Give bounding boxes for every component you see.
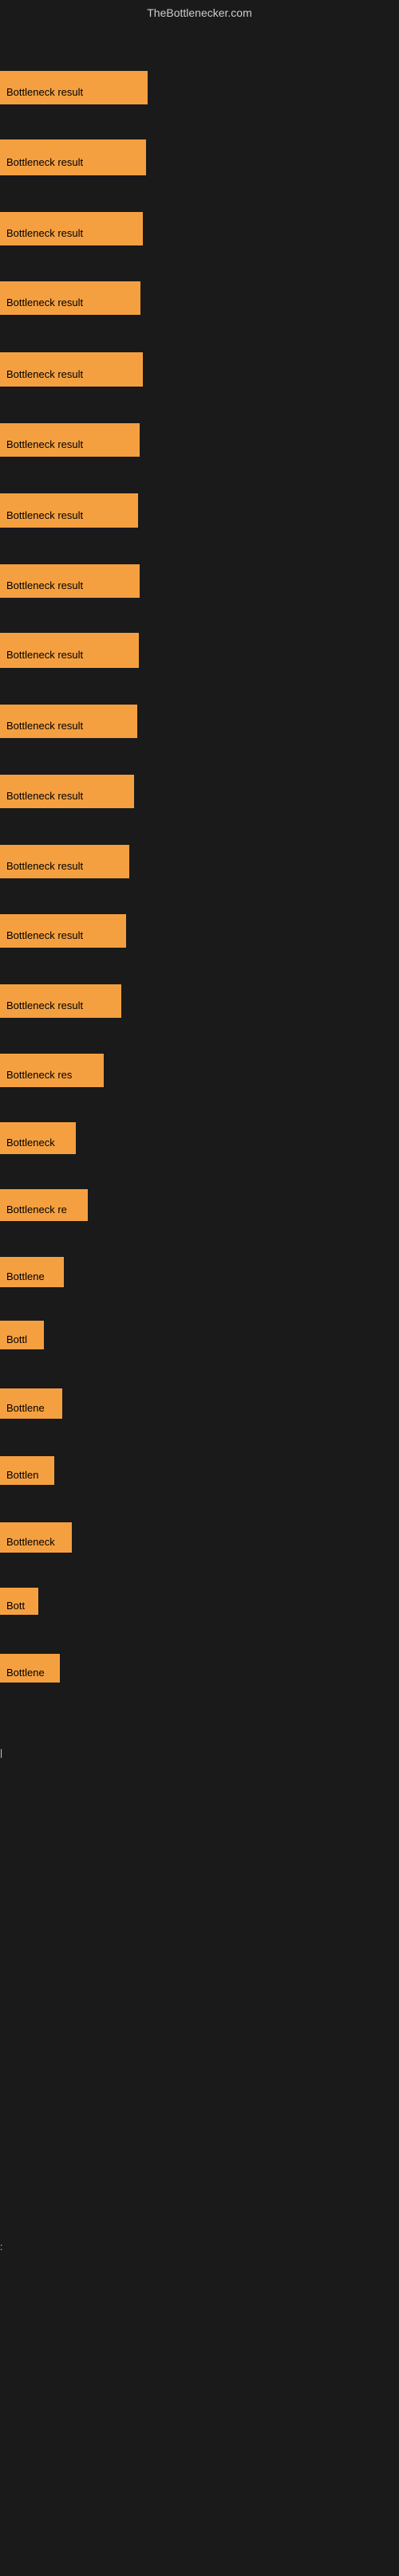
- bottleneck-result-item: Bottlene: [0, 1257, 64, 1287]
- marker-m1: |: [0, 1747, 2, 1758]
- bottleneck-result-item: Bottlene: [0, 1388, 62, 1419]
- bottleneck-result-item: Bottleneck result: [0, 633, 139, 668]
- bottleneck-result-item: Bottleneck result: [0, 493, 138, 528]
- bottleneck-result-item: Bottleneck result: [0, 71, 148, 104]
- bottleneck-result-item: Bottleneck result: [0, 845, 129, 878]
- bottleneck-result-item: Bottleneck result: [0, 139, 146, 175]
- bottleneck-result-item: Bottleneck res: [0, 1054, 104, 1087]
- bottleneck-result-item: Bottlen: [0, 1456, 54, 1485]
- bottleneck-result-item: Bottlene: [0, 1654, 60, 1683]
- bottleneck-result-item: Bottleneck result: [0, 914, 126, 948]
- bottleneck-result-item: Bottleneck result: [0, 984, 121, 1018]
- bottleneck-result-item: Bottleneck re: [0, 1189, 88, 1221]
- bottleneck-result-item: Bottleneck result: [0, 281, 140, 315]
- site-title: TheBottlenecker.com: [0, 0, 399, 26]
- bottleneck-result-item: Bottleneck result: [0, 352, 143, 387]
- bottleneck-result-item: Bottleneck result: [0, 705, 137, 738]
- bottleneck-result-item: Bottleneck: [0, 1122, 76, 1154]
- bottleneck-result-item: Bottleneck: [0, 1522, 72, 1553]
- bottleneck-result-item: Bott: [0, 1588, 38, 1615]
- bottleneck-result-item: Bottleneck result: [0, 564, 140, 598]
- marker-m2: :: [0, 2241, 2, 2252]
- bottleneck-result-item: Bottleneck result: [0, 212, 143, 245]
- bottleneck-result-item: Bottl: [0, 1321, 44, 1349]
- bottleneck-result-item: Bottleneck result: [0, 423, 140, 457]
- bottleneck-result-item: Bottleneck result: [0, 775, 134, 808]
